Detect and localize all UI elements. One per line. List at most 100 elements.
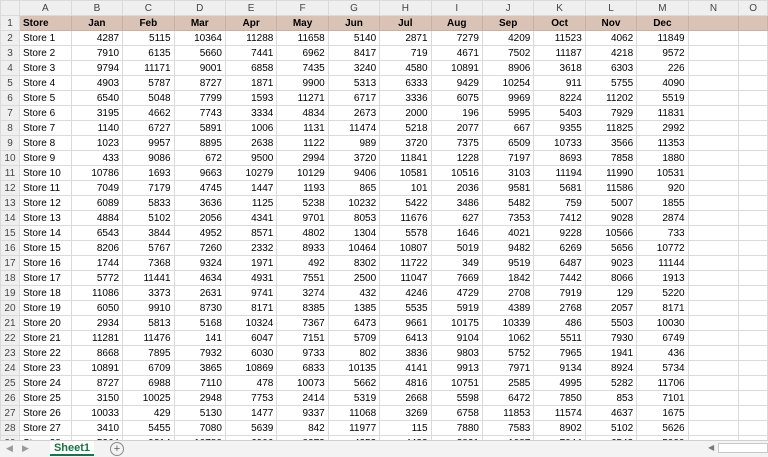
value-cell[interactable]: 5734 <box>636 360 689 376</box>
header-cell-month[interactable]: Jul <box>379 15 432 31</box>
row-header[interactable]: 19 <box>0 285 20 301</box>
empty-cell[interactable] <box>687 330 740 346</box>
value-cell[interactable]: 10025 <box>122 390 175 406</box>
empty-cell[interactable] <box>738 315 768 331</box>
value-cell[interactable]: 7367 <box>276 315 329 331</box>
value-cell[interactable]: 3195 <box>70 105 124 121</box>
store-name-cell[interactable]: Store 25 <box>18 390 72 406</box>
empty-cell[interactable] <box>687 420 740 436</box>
empty-cell[interactable] <box>738 330 768 346</box>
value-cell[interactable]: 7080 <box>173 420 226 436</box>
value-cell[interactable]: 6333 <box>379 75 432 91</box>
column-header-f[interactable]: F <box>276 0 329 16</box>
row-header[interactable]: 6 <box>0 90 20 106</box>
row-header[interactable]: 18 <box>0 270 20 286</box>
value-cell[interactable]: 5140 <box>327 30 381 46</box>
value-cell[interactable]: 3566 <box>584 135 638 151</box>
empty-cell[interactable] <box>738 375 768 391</box>
row-header[interactable]: 26 <box>0 390 20 406</box>
empty-cell[interactable] <box>738 255 768 271</box>
store-name-cell[interactable]: Store 1 <box>18 30 72 46</box>
value-cell[interactable]: 3836 <box>379 345 432 361</box>
value-cell[interactable]: 5891 <box>173 120 226 136</box>
value-cell[interactable]: 7279 <box>430 30 483 46</box>
empty-cell[interactable] <box>687 225 740 241</box>
empty-cell[interactable] <box>738 135 768 151</box>
value-cell[interactable]: 6540 <box>70 90 124 106</box>
value-cell[interactable]: 7971 <box>481 360 535 376</box>
row-header[interactable]: 1 <box>0 15 20 31</box>
column-header-d[interactable]: D <box>173 0 226 16</box>
empty-cell[interactable] <box>687 345 740 361</box>
value-cell[interactable]: 4634 <box>173 270 226 286</box>
empty-cell[interactable] <box>738 210 768 226</box>
store-name-cell[interactable]: Store 2 <box>18 45 72 61</box>
value-cell[interactable]: 1023 <box>70 135 124 151</box>
value-cell[interactable]: 11706 <box>636 375 689 391</box>
store-name-cell[interactable]: Store 9 <box>18 150 72 166</box>
value-cell[interactable]: 1593 <box>224 90 278 106</box>
value-cell[interactable]: 4884 <box>70 210 124 226</box>
row-header[interactable]: 14 <box>0 210 20 226</box>
value-cell[interactable]: 6075 <box>430 90 483 106</box>
value-cell[interactable]: 8206 <box>70 240 124 256</box>
value-cell[interactable]: 5598 <box>430 390 483 406</box>
value-cell[interactable]: 7502 <box>481 45 535 61</box>
value-cell[interactable]: 1447 <box>224 180 278 196</box>
value-cell[interactable]: 9228 <box>533 225 586 241</box>
value-cell[interactable]: 10175 <box>430 315 483 331</box>
value-cell[interactable]: 3373 <box>122 285 175 301</box>
value-cell[interactable]: 2056 <box>173 210 226 226</box>
column-header-j[interactable]: J <box>481 0 535 16</box>
value-cell[interactable]: 478 <box>224 375 278 391</box>
value-cell[interactable]: 101 <box>379 180 432 196</box>
value-cell[interactable]: 4662 <box>122 105 175 121</box>
value-cell[interactable]: 2768 <box>533 300 586 316</box>
value-cell[interactable]: 4209 <box>481 30 535 46</box>
empty-cell[interactable] <box>738 300 768 316</box>
value-cell[interactable]: 7049 <box>70 180 124 196</box>
value-cell[interactable]: 6472 <box>481 390 535 406</box>
value-cell[interactable]: 6727 <box>122 120 175 136</box>
value-cell[interactable]: 10073 <box>276 375 329 391</box>
column-header-a[interactable]: A <box>18 0 72 16</box>
value-cell[interactable]: 10339 <box>481 315 535 331</box>
value-cell[interactable]: 9324 <box>173 255 226 271</box>
value-cell[interactable]: 10891 <box>430 60 483 76</box>
value-cell[interactable]: 911 <box>533 75 586 91</box>
value-cell[interactable]: 8906 <box>481 60 535 76</box>
value-cell[interactable]: 1913 <box>636 270 689 286</box>
value-cell[interactable]: 11977 <box>327 420 381 436</box>
value-cell[interactable]: 5511 <box>533 330 586 346</box>
value-cell[interactable]: 3486 <box>430 195 483 211</box>
row-header[interactable]: 10 <box>0 150 20 166</box>
value-cell[interactable]: 6962 <box>276 45 329 61</box>
row-header[interactable]: 7 <box>0 105 20 121</box>
column-header-i[interactable]: I <box>430 0 483 16</box>
value-cell[interactable]: 432 <box>327 285 381 301</box>
value-cell[interactable]: 11849 <box>636 30 689 46</box>
value-cell[interactable]: 2673 <box>327 105 381 121</box>
row-header[interactable]: 20 <box>0 300 20 316</box>
value-cell[interactable]: 5503 <box>584 315 638 331</box>
value-cell[interactable]: 9023 <box>584 255 638 271</box>
value-cell[interactable]: 7880 <box>430 420 483 436</box>
value-cell[interactable]: 11086 <box>70 285 124 301</box>
value-cell[interactable]: 115 <box>379 420 432 436</box>
value-cell[interactable]: 4141 <box>379 360 432 376</box>
value-cell[interactable]: 8730 <box>173 300 226 316</box>
empty-cell[interactable] <box>687 405 740 421</box>
value-cell[interactable]: 10279 <box>224 165 278 181</box>
header-cell-month[interactable]: Sep <box>481 15 535 31</box>
value-cell[interactable]: 10324 <box>224 315 278 331</box>
value-cell[interactable]: 1228 <box>430 150 483 166</box>
next-sheet-icon[interactable]: ▶ <box>22 443 29 454</box>
value-cell[interactable]: 10033 <box>70 405 124 421</box>
value-cell[interactable]: 11990 <box>584 165 638 181</box>
value-cell[interactable]: 8224 <box>533 90 586 106</box>
value-cell[interactable]: 7151 <box>276 330 329 346</box>
horizontal-scrollbar[interactable] <box>718 443 768 453</box>
value-cell[interactable]: 1131 <box>276 120 329 136</box>
value-cell[interactable]: 5995 <box>481 105 535 121</box>
value-cell[interactable]: 7435 <box>276 60 329 76</box>
